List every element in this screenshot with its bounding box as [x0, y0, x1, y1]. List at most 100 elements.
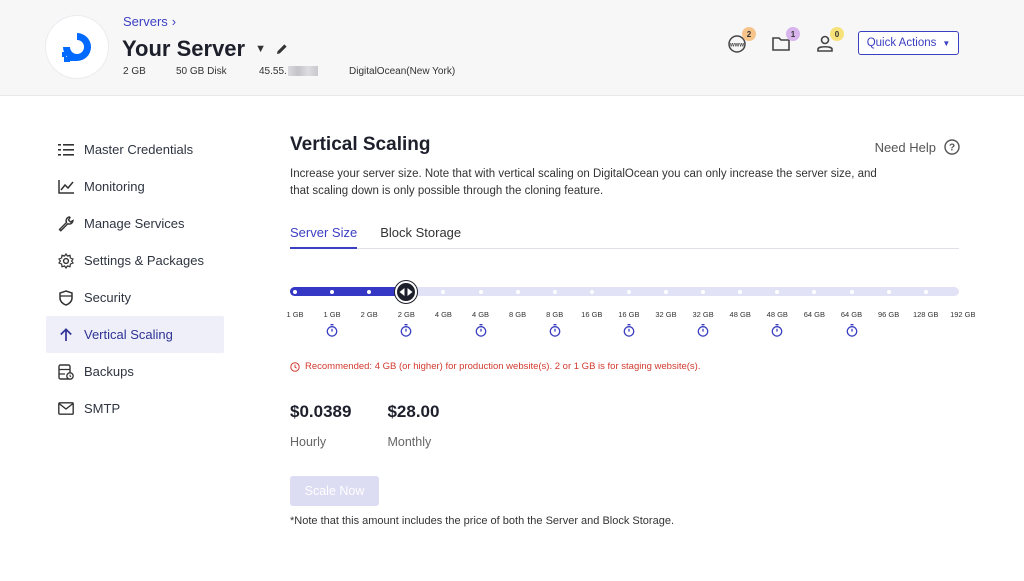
- slider-stop-dot[interactable]: [960, 290, 965, 294]
- server-ram: 2 GB: [123, 66, 146, 77]
- monthly-price: $28.00 Monthly: [387, 402, 439, 449]
- files-badge: 1: [786, 27, 800, 41]
- quick-actions-button[interactable]: Quick Actions ▼: [858, 31, 959, 55]
- sidebar-item-smtp[interactable]: SMTP: [46, 390, 224, 427]
- slider-tick-label: 1 GB: [323, 310, 341, 319]
- slider-stop-dot[interactable]: [849, 290, 854, 294]
- slider-stop-dot[interactable]: [552, 290, 557, 294]
- slider-stop-dot[interactable]: [478, 290, 483, 294]
- slider-tick-label: 1 GB: [286, 310, 304, 319]
- slider-stop-dot[interactable]: [886, 290, 891, 294]
- stopwatch-icon: [697, 324, 709, 337]
- sidebar-item-monitoring[interactable]: Monitoring: [46, 168, 224, 205]
- sidebar-nav: Master Credentials Monitoring Manage Servi…: [46, 131, 224, 427]
- slider-tick-label: 64 GB: [840, 310, 863, 319]
- stopwatch-icon: [475, 324, 487, 337]
- slider-tick-label: 8 GB: [546, 310, 564, 319]
- recommendation-text: Recommended: 4 GB (or higher) for produc…: [305, 361, 701, 372]
- slider-tick-label: 16 GB: [581, 310, 603, 319]
- price-summary: $0.0389 Hourly $28.00 Monthly: [290, 402, 475, 449]
- sidebar-item-vertical-scaling[interactable]: Vertical Scaling: [46, 316, 224, 353]
- breadcrumb[interactable]: Servers ›: [123, 14, 176, 29]
- users-button[interactable]: 0: [814, 27, 844, 56]
- tab-bar: Server Size Block Storage: [290, 225, 959, 249]
- need-help-label: Need Help: [874, 139, 936, 155]
- svg-text:?: ?: [949, 143, 955, 154]
- chart-line-icon: [57, 178, 75, 196]
- slider-tick-label: 48 GB: [729, 310, 751, 319]
- slider-stop-dot[interactable]: [293, 290, 297, 294]
- shield-icon: [57, 289, 75, 307]
- hourly-price-label: Hourly: [290, 435, 327, 449]
- slider-stop-dot[interactable]: [515, 290, 520, 294]
- sidebar-item-label: Security: [84, 290, 131, 305]
- tab-block-storage[interactable]: Block Storage: [380, 225, 461, 249]
- server-ip-prefix: 45.55.: [259, 66, 287, 77]
- slider-track-fill: [290, 287, 411, 296]
- stopwatch-icon: [326, 324, 338, 337]
- slider-tick-label: 128 GB: [912, 310, 939, 319]
- recommendation-notice: Recommended: 4 GB (or higher) for produc…: [290, 361, 700, 372]
- chevron-right-icon: ›: [171, 14, 177, 29]
- monthly-price-value: $28.00: [387, 402, 440, 421]
- description: Increase your server size. Note that wit…: [290, 168, 877, 197]
- files-button[interactable]: 1: [770, 27, 800, 56]
- sidebar-item-manage-services[interactable]: Manage Services: [46, 205, 224, 242]
- slider-tick-label: 16 GB: [618, 310, 640, 319]
- slider-tick-label: 2 GB: [397, 310, 415, 319]
- stopwatch-icon: [623, 324, 635, 337]
- scale-now-button[interactable]: Scale Now: [290, 476, 379, 506]
- price-note: *Note that this amount includes the pric…: [290, 515, 675, 527]
- slider-tick-label: 96 GB: [877, 310, 900, 319]
- monthly-price-label: Monthly: [387, 435, 432, 449]
- help-icon: ?: [944, 139, 960, 155]
- digitalocean-logo: [46, 16, 108, 78]
- sidebar-item-settings-packages[interactable]: Settings & Packages: [46, 242, 224, 279]
- page-title: Vertical Scaling: [290, 134, 431, 155]
- slider-stop-dot[interactable]: [923, 290, 928, 294]
- domains-badge: 2: [742, 27, 756, 41]
- slider-tick-label: 48 GB: [766, 310, 788, 319]
- hourly-price-value: $0.0389: [290, 402, 352, 421]
- server-disk: 50 GB Disk: [176, 66, 227, 77]
- slider-tick-label: 4 GB: [471, 310, 490, 319]
- hourly-price: $0.0389 Hourly: [290, 402, 351, 449]
- sidebar-item-security[interactable]: Security: [46, 279, 224, 316]
- quick-actions-label: Quick Actions: [866, 37, 937, 49]
- sidebar-item-master-credentials[interactable]: Master Credentials: [46, 131, 224, 168]
- arrows-left-right-icon: [399, 288, 413, 296]
- stopwatch-icon: [846, 324, 858, 337]
- stopwatch-icon: [549, 324, 561, 337]
- slider-stop-dot[interactable]: [664, 290, 668, 294]
- tab-server-size[interactable]: Server Size: [290, 225, 358, 249]
- breadcrumb-servers[interactable]: Servers: [123, 14, 168, 29]
- slider-tick-label: 32 GB: [692, 310, 714, 319]
- main-content: Vertical Scaling Need Help ? Increase yo…: [286, 134, 975, 527]
- wrench-icon: [57, 215, 75, 233]
- stopwatch-icon: [771, 324, 783, 337]
- slider-stop-dot[interactable]: [626, 290, 631, 294]
- server-title: Your Server ▼: [122, 36, 288, 62]
- sidebar-item-label: Vertical Scaling: [84, 327, 173, 342]
- backup-icon: [57, 363, 75, 381]
- pencil-icon[interactable]: [276, 43, 288, 55]
- sidebar-item-label: Monitoring: [84, 179, 145, 194]
- sidebar-item-backups[interactable]: Backups: [46, 353, 224, 390]
- gear-icon: [57, 252, 75, 270]
- slider-stop-dot[interactable]: [589, 290, 594, 294]
- slider-tick-label: 4 GB: [434, 310, 452, 319]
- server-header: Servers › Your Server ▼ 2 GB 50 GB Disk …: [0, 0, 1024, 96]
- slider-tick-label: 64 GB: [803, 310, 826, 319]
- need-help-link[interactable]: Need Help ?: [875, 139, 960, 155]
- slider-tick-label: 32 GB: [655, 310, 677, 319]
- server-size-slider[interactable]: 1 GB 1 GB 2 GB 2 GB 4 GB 4 GB 8 GB 8 GB 16 GB 16 …: [286, 281, 980, 344]
- server-provider: DigitalOcean(New York): [349, 66, 456, 77]
- list-icon: [57, 141, 75, 159]
- slider-thumb[interactable]: [395, 281, 418, 303]
- clock-warning-icon: [290, 361, 300, 372]
- sidebar-item-label: Manage Services: [84, 216, 185, 231]
- server-meta: 2 GB 50 GB Disk 45.55. DigitalOcean(New …: [123, 66, 455, 77]
- domains-button[interactable]: www 2: [726, 27, 756, 56]
- sidebar-item-label: Backups: [84, 364, 134, 379]
- chevron-down-icon[interactable]: ▼: [255, 43, 266, 55]
